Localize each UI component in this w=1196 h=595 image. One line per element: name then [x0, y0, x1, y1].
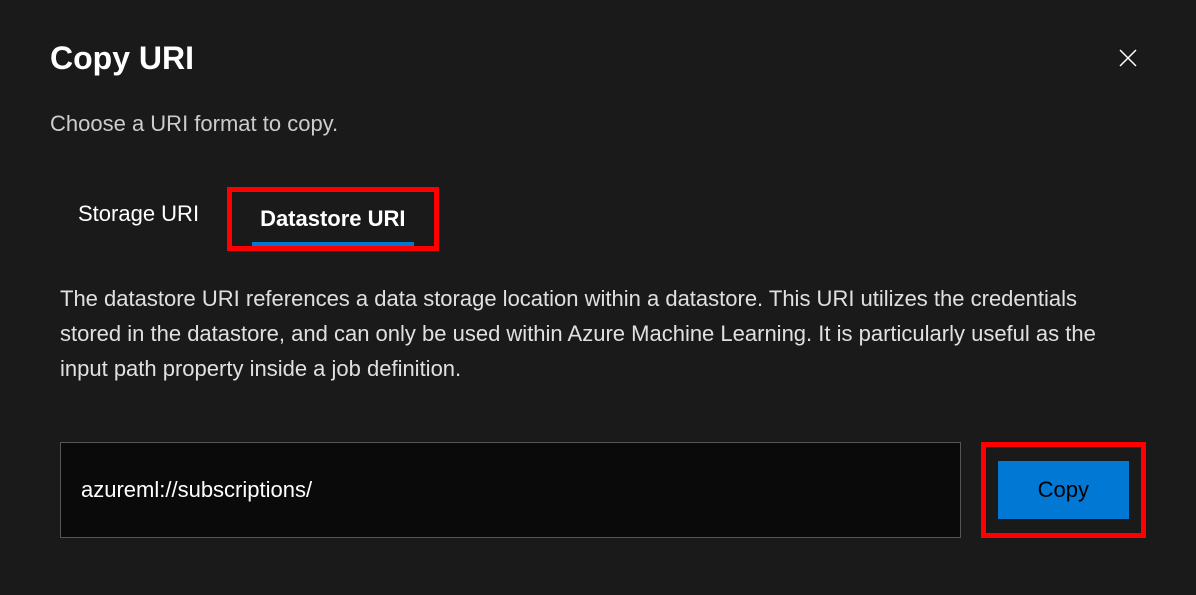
tab-datastore-uri[interactable]: Datastore URI [232, 192, 433, 246]
copy-button[interactable]: Copy [998, 461, 1129, 519]
copy-button-highlight: Copy [981, 442, 1146, 538]
close-button[interactable] [1110, 40, 1146, 81]
dialog-title: Copy URI [50, 40, 194, 77]
tab-description: The datastore URI references a data stor… [50, 281, 1146, 387]
tab-storage-uri[interactable]: Storage URI [50, 187, 227, 251]
close-icon [1116, 46, 1140, 70]
uri-format-tabs: Storage URI Datastore URI [50, 187, 1146, 251]
dialog-subtitle: Choose a URI format to copy. [50, 111, 1146, 137]
uri-input[interactable] [60, 442, 961, 538]
uri-row: Copy [50, 442, 1146, 538]
tab-datastore-highlight: Datastore URI [227, 187, 438, 251]
